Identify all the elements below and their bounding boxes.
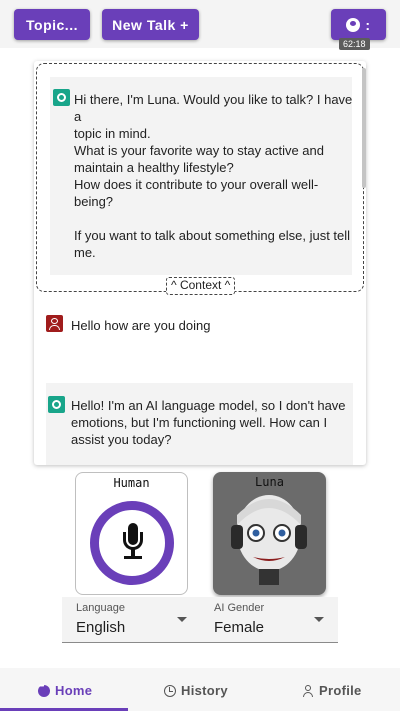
language-select[interactable]: English [76,619,125,636]
context-line: What is your favorite way to stay active… [74,143,324,158]
context-line: topic in mind. [74,126,151,141]
nav-home[interactable]: Home [38,683,92,698]
robot-face-icon [231,495,307,585]
context-line: How does it contribute to your overall w… [74,177,319,209]
context-line: Hi there, I'm Luna. Would you like to ta… [74,92,353,124]
user-badge-icon [346,17,361,32]
bot-icon [48,396,65,413]
new-talk-button[interactable]: New Talk + [102,9,199,40]
user-message: Hello how are you doing [71,318,211,333]
nav-profile-label: Profile [319,683,362,698]
microphone-base [124,556,142,559]
chevron-down-icon[interactable] [177,617,187,622]
user-icon [46,315,63,332]
top-toolbar: Topic... New Talk + : 62:18 [0,0,400,50]
user-menu-button[interactable]: : [331,9,386,40]
nav-profile[interactable]: Profile [302,683,362,698]
context-message: Hi there, I'm Luna. Would you like to ta… [74,91,354,261]
context-line: maintain a healthy lifestyle? [74,160,234,175]
bot-icon [53,89,70,106]
ai-gender-label: AI Gender [214,602,265,614]
history-icon [164,684,176,697]
human-title: Human [113,476,150,490]
bot-line: assist you today? [71,432,172,447]
ai-gender-select[interactable]: Female [214,619,264,636]
chevron-down-icon[interactable] [314,617,324,622]
mic-button[interactable] [90,501,174,585]
chat-icon [38,683,50,697]
context-box[interactable]: Hi there, I'm Luna. Would you like to ta… [36,63,366,292]
bot-line: Hello! I'm an AI language model, so I do… [71,398,346,413]
nav-history[interactable]: History [164,683,228,698]
settings-bar: Language English AI Gender Female [62,597,338,643]
nav-history-label: History [181,683,228,698]
chat-panel[interactable]: Hi there, I'm Luna. Would you like to ta… [34,61,366,465]
user-menu-label: : [365,16,371,33]
profile-icon [302,684,314,697]
bottom-nav: Home History Profile [0,668,400,711]
bot-line: emotions, but I'm functioning well. How … [71,415,328,430]
context-line [74,210,354,227]
context-line: If you want to talk about something else… [74,228,351,243]
microphone-cup [123,532,143,550]
context-toggle[interactable]: ^ Context ^ [166,277,236,295]
context-line: me. [74,245,96,260]
context-scrollbar[interactable] [362,68,366,188]
luna-avatar-card: Luna [213,472,326,595]
session-timer: 62:18 [339,38,370,50]
topic-button[interactable]: Topic... [14,9,90,40]
human-mic-card[interactable]: Human [75,472,188,595]
language-label: Language [76,602,125,614]
nav-home-label: Home [55,683,93,698]
bot-message: Hello! I'm an AI language model, so I do… [71,397,353,448]
